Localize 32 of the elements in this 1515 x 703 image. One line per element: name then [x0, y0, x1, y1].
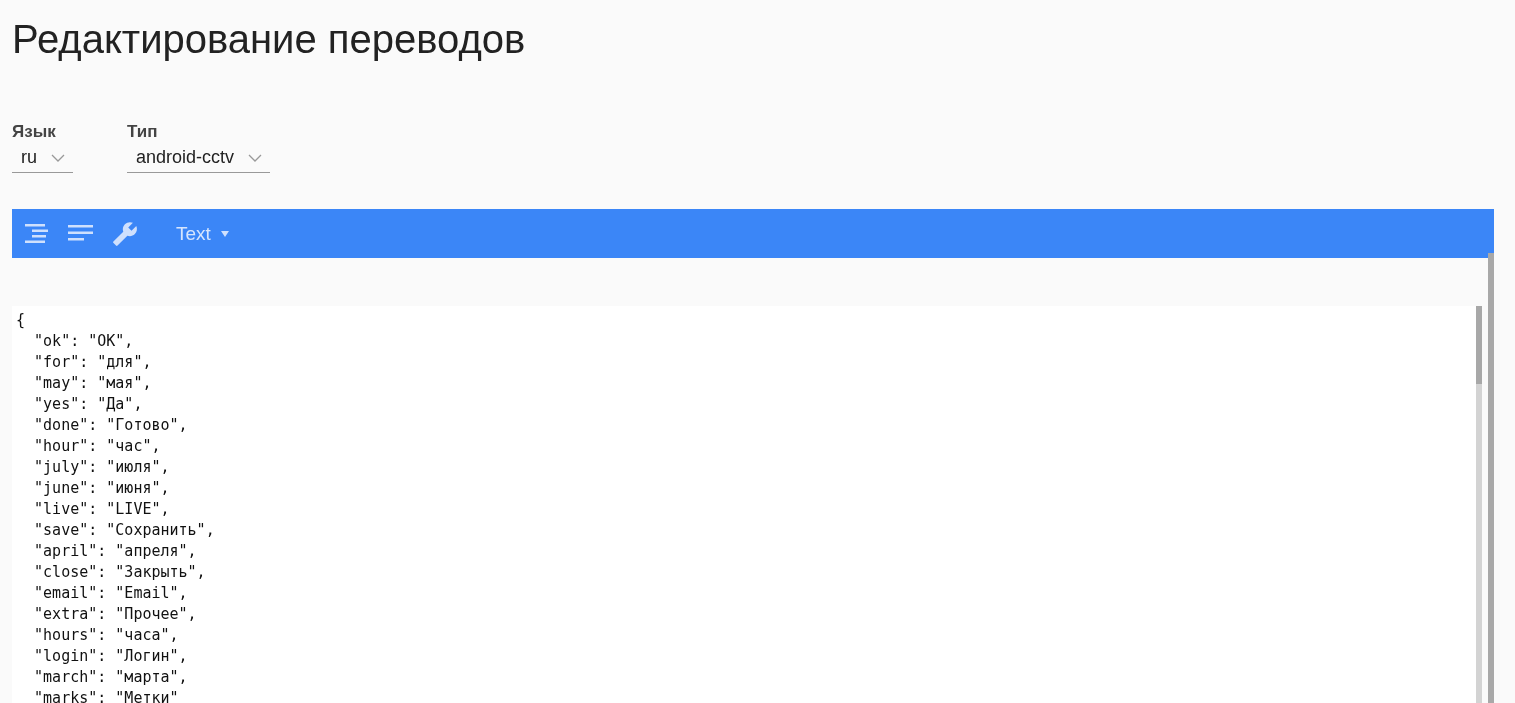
scrollbar[interactable] [1488, 253, 1494, 703]
code-line: "july": "июля", [33, 457, 171, 478]
code-line: "hour": "час", [33, 436, 162, 457]
code-line: { [16, 310, 27, 331]
filter-label: Язык [12, 121, 57, 143]
code-line: "email": "Email", [33, 583, 189, 604]
code-line: "ok": "OK", [33, 331, 135, 352]
filter-label: Тип [127, 121, 159, 143]
code-line: "hours": "часа", [33, 625, 180, 646]
code-line: "for": "для", [33, 352, 153, 373]
align-left-icon[interactable] [68, 223, 94, 244]
page-title: Редактирование переводов [12, 16, 527, 63]
code-line: "extra": "Прочее", [33, 604, 198, 625]
code-line: "close": "Закрыть", [33, 562, 207, 583]
code-line: "marks": "Метки" [33, 688, 180, 703]
code-line: "june": "июня", [33, 478, 171, 499]
code-line: "save": "Сохранить", [33, 520, 216, 541]
chevron-down-icon [51, 153, 65, 162]
chevron-down-icon [248, 153, 263, 162]
expand-all-icon[interactable] [24, 222, 50, 245]
code-line: "yes": "Да", [33, 394, 144, 415]
code-line: "march": "марта", [33, 667, 189, 688]
code-line: "april": "апреля", [33, 541, 198, 562]
code-line: "may": "мая", [33, 373, 153, 394]
wrench-icon[interactable] [112, 220, 138, 247]
code-line: "live": "LIVE", [33, 499, 171, 520]
caret-icon [220, 230, 229, 237]
dropdown[interactable]: android-cctv [127, 143, 271, 173]
code-line: "done": "Готово", [33, 415, 189, 436]
code-line: "login": "Логин", [33, 646, 189, 667]
dropdown[interactable]: ru [12, 143, 73, 173]
scrollbar[interactable] [1476, 306, 1482, 703]
